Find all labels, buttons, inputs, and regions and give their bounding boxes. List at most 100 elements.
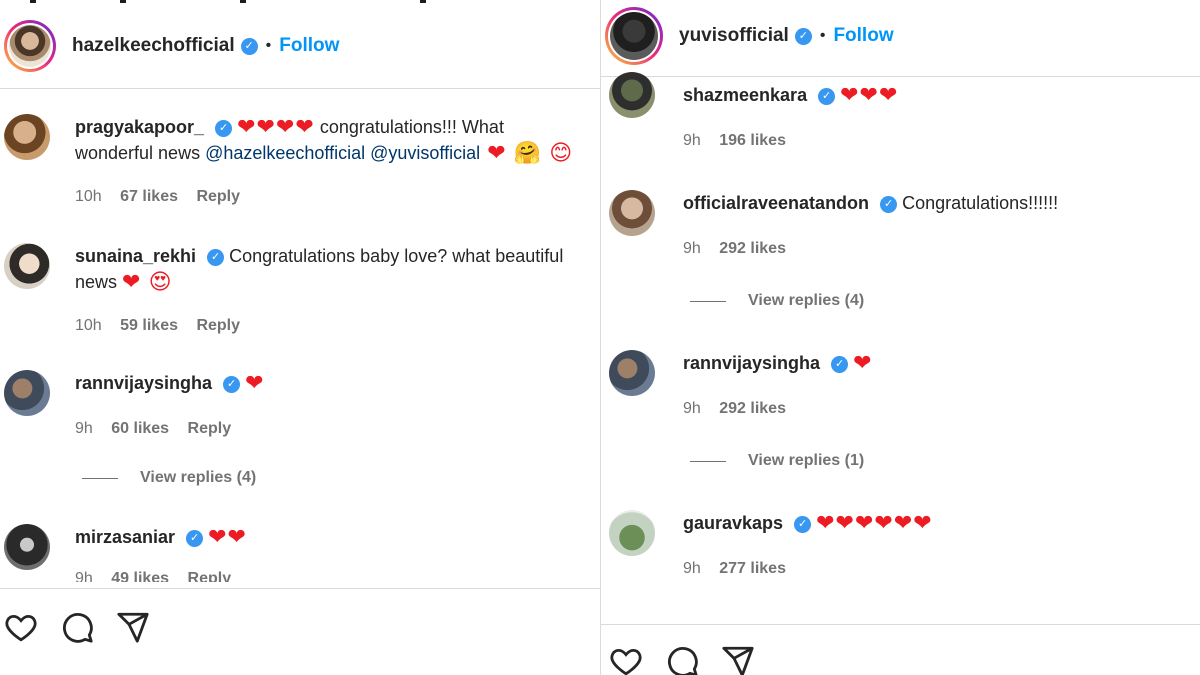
comment-meta: 9h 292 likes bbox=[683, 400, 800, 418]
author-avatar[interactable] bbox=[605, 7, 663, 65]
commenter-username[interactable]: mirzasaniar bbox=[75, 527, 175, 547]
heart-emoji: ❤ bbox=[245, 370, 265, 395]
separator-dot: • bbox=[265, 37, 272, 54]
verified-badge-icon: ✓ bbox=[240, 37, 258, 55]
comment-text: gauravkaps ✓ ❤❤❤❤❤❤ bbox=[683, 510, 1200, 536]
commenter-avatar[interactable] bbox=[4, 243, 50, 289]
replies-line bbox=[82, 477, 118, 479]
commenter-avatar[interactable] bbox=[609, 72, 655, 118]
comment-bubble-icon[interactable] bbox=[665, 644, 699, 675]
view-replies-label: View replies (4) bbox=[748, 292, 865, 309]
view-replies-label: View replies (4) bbox=[140, 469, 257, 486]
commenter-avatar[interactable] bbox=[4, 370, 50, 416]
heart-emoji: ❤ bbox=[853, 350, 873, 375]
comment-text: rannvijaysingha ✓ ❤ bbox=[683, 350, 1200, 376]
commenter-username[interactable]: pragyakapoor_ bbox=[75, 117, 204, 137]
comment-meta: 10h 59 likes Reply bbox=[75, 317, 254, 335]
comment-time: 9h bbox=[683, 240, 701, 257]
actions-divider bbox=[601, 624, 1200, 625]
heart-emoji: ❤❤ bbox=[208, 524, 247, 549]
commenter-avatar[interactable] bbox=[609, 350, 655, 396]
mention-link[interactable]: @hazelkeechofficial bbox=[205, 143, 365, 163]
verified-badge-icon: ✓ bbox=[794, 27, 812, 45]
reply-button[interactable]: Reply bbox=[188, 420, 232, 437]
view-replies-label: View replies (1) bbox=[748, 452, 865, 469]
commenter-username[interactable]: shazmeenkara bbox=[683, 85, 807, 105]
paper-plane-icon[interactable] bbox=[116, 610, 150, 644]
verified-badge-icon: ✓ bbox=[880, 195, 898, 213]
comment-text: sunaina_rekhi ✓ Congratulations baby lov… bbox=[75, 243, 600, 295]
commenter-username[interactable]: officialraveenatandon bbox=[683, 193, 869, 213]
commenter-avatar[interactable] bbox=[4, 114, 50, 160]
comment-time: 9h bbox=[683, 132, 701, 149]
comment-meta: 9h 49 likes Reply bbox=[75, 570, 245, 582]
reply-button[interactable]: Reply bbox=[196, 188, 240, 205]
comment-likes[interactable]: 60 likes bbox=[111, 420, 169, 437]
heart-emoji: ❤❤❤ bbox=[840, 82, 899, 107]
replies-line bbox=[690, 300, 726, 302]
heart-outline-icon[interactable] bbox=[4, 610, 38, 644]
post-header: yuvisofficial ✓ • Follow bbox=[601, 6, 1200, 66]
commenter-username[interactable]: sunaina_rekhi bbox=[75, 246, 196, 266]
view-replies-button[interactable]: View replies (4) bbox=[82, 469, 256, 487]
comment-text: pragyakapoor_ ✓ ❤❤❤❤ congratulations!!! … bbox=[75, 114, 600, 166]
view-replies-button[interactable]: View replies (4) bbox=[690, 292, 864, 310]
comment-meta: 9h 196 likes bbox=[683, 132, 800, 150]
comment-content: congratulations!!! What bbox=[319, 117, 504, 137]
follow-button[interactable]: Follow bbox=[833, 25, 893, 47]
separator-dot: • bbox=[819, 27, 826, 44]
author-avatar[interactable] bbox=[4, 20, 56, 72]
paper-plane-icon[interactable] bbox=[721, 644, 755, 675]
comment-likes[interactable]: 67 likes bbox=[120, 188, 178, 205]
comment-meta: 9h 277 likes bbox=[683, 560, 800, 578]
comment-meta: 10h 67 likes Reply bbox=[75, 188, 254, 206]
comment-likes[interactable]: 196 likes bbox=[719, 132, 786, 149]
comment-content: Congratulations baby love? what beautifu… bbox=[229, 246, 564, 266]
follow-button[interactable]: Follow bbox=[279, 35, 339, 57]
comment-bubble-icon[interactable] bbox=[60, 610, 94, 644]
heart-outline-icon[interactable] bbox=[609, 644, 643, 675]
commenter-username[interactable]: gauravkaps bbox=[683, 513, 783, 533]
comment-meta: 9h 60 likes Reply bbox=[75, 420, 245, 438]
view-replies-button[interactable]: View replies (1) bbox=[690, 452, 864, 470]
commenter-username[interactable]: rannvijaysingha bbox=[683, 353, 820, 373]
mention-link[interactable]: @yuvisofficial bbox=[370, 143, 480, 163]
comment-time: 10h bbox=[75, 188, 102, 205]
post-actions bbox=[609, 644, 1200, 675]
trailing-emoji: ❤ 😍 bbox=[122, 269, 173, 294]
commenter-avatar[interactable] bbox=[609, 510, 655, 556]
post-header: hazelkeechofficial ✓ • Follow bbox=[0, 14, 600, 78]
reply-button[interactable]: Reply bbox=[196, 317, 240, 334]
comment-meta: 9h 292 likes bbox=[683, 240, 800, 258]
comment-text: shazmeenkara ✓ ❤❤❤ bbox=[683, 82, 1200, 108]
header-divider bbox=[0, 88, 600, 89]
actions-divider bbox=[0, 588, 600, 589]
comment-likes[interactable]: 292 likes bbox=[719, 240, 786, 257]
author-username[interactable]: yuvisofficial bbox=[679, 25, 789, 47]
comment-content-line2: wonderful news bbox=[75, 143, 206, 163]
commenter-username[interactable]: rannvijaysingha bbox=[75, 373, 212, 393]
comment-likes[interactable]: 49 likes bbox=[111, 570, 169, 582]
verified-badge-icon: ✓ bbox=[186, 529, 204, 547]
comment-text: officialraveenatandon ✓ Congratulations!… bbox=[683, 190, 1200, 216]
comment-text: mirzasaniar ✓ ❤❤ bbox=[75, 524, 600, 550]
comment-time: 9h bbox=[75, 420, 93, 437]
reply-button[interactable]: Reply bbox=[188, 570, 232, 582]
commenter-avatar[interactable] bbox=[4, 524, 50, 570]
verified-badge-icon: ✓ bbox=[207, 248, 225, 266]
commenter-avatar[interactable] bbox=[609, 190, 655, 236]
verified-badge-icon: ✓ bbox=[831, 355, 849, 373]
header-divider bbox=[601, 76, 1200, 77]
comment-content: Congratulations!!!!!! bbox=[902, 193, 1059, 213]
author-username[interactable]: hazelkeechofficial bbox=[72, 35, 235, 57]
comment-likes[interactable]: 59 likes bbox=[120, 317, 178, 334]
replies-line bbox=[690, 460, 726, 462]
post-actions bbox=[4, 610, 600, 644]
comment-likes[interactable]: 292 likes bbox=[719, 400, 786, 417]
verified-badge-icon: ✓ bbox=[794, 515, 812, 533]
comment-likes[interactable]: 277 likes bbox=[719, 560, 786, 577]
comment-time: 9h bbox=[683, 400, 701, 417]
heart-emoji: ❤❤❤❤ bbox=[237, 114, 315, 139]
comment-text: rannvijaysingha ✓ ❤ bbox=[75, 370, 600, 396]
comment-content-line2: news bbox=[75, 272, 118, 292]
